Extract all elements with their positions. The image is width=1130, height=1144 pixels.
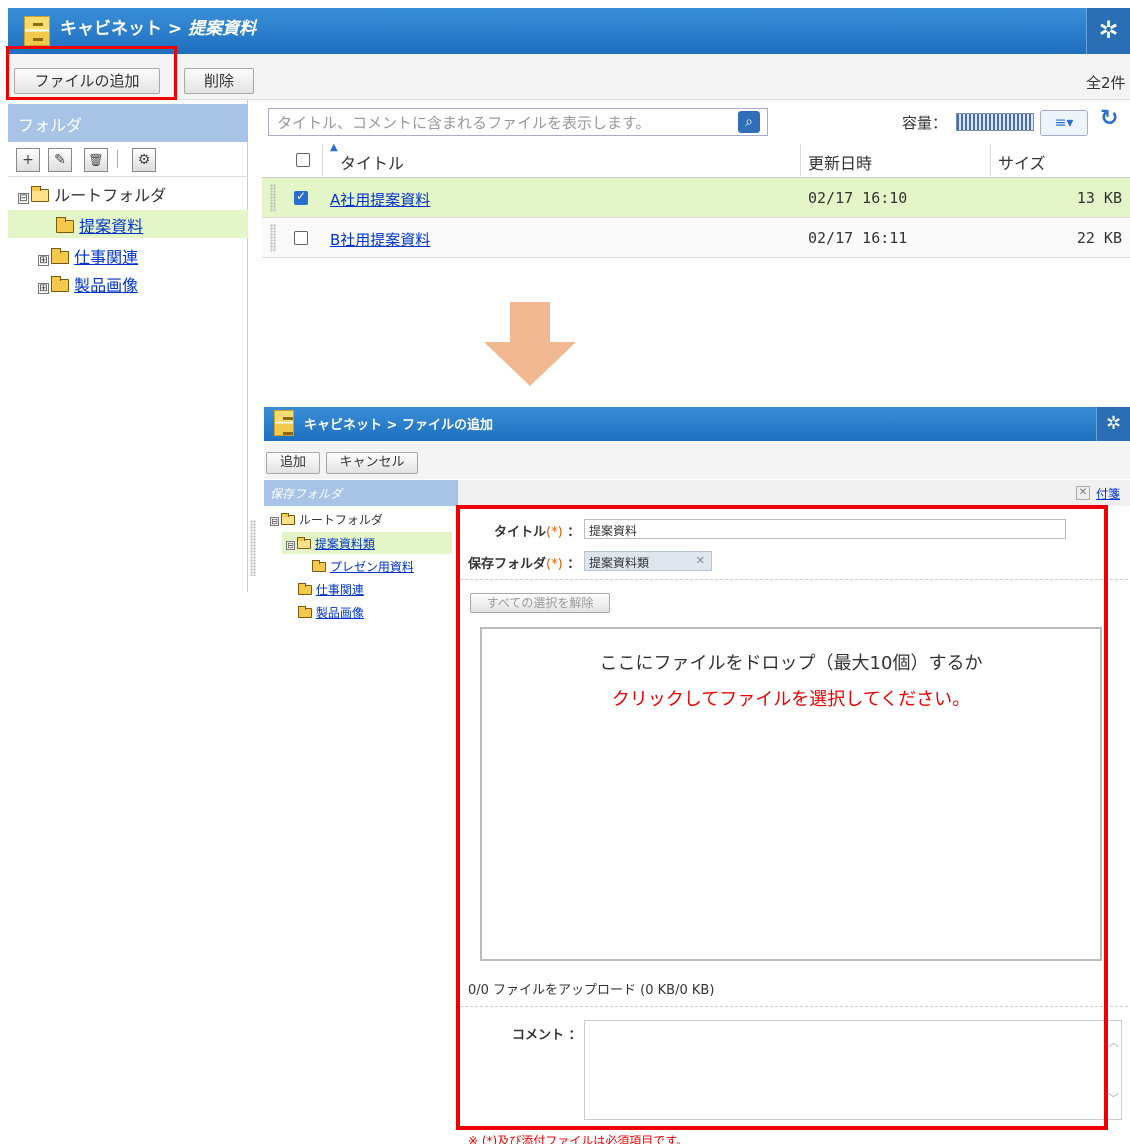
tree-item-proposal[interactable]: 提案資料	[56, 213, 143, 237]
save-tree-item-images[interactable]: 製品画像	[298, 604, 364, 621]
required-note: ※ (*)及び添付ファイルは必須項目です。	[468, 1134, 689, 1144]
add-folder-icon[interactable]: +	[16, 148, 40, 172]
table-row[interactable]: B社用提案資料 02/17 16:11 22 KB	[262, 218, 1130, 258]
folder-icon	[298, 583, 312, 595]
row-updated: 02/17 16:11	[808, 229, 908, 247]
capacity-meter	[956, 113, 1034, 131]
row-title[interactable]: A社用提案資料	[330, 189, 430, 210]
row-size: 13 KB	[1076, 189, 1122, 207]
folder-settings-icon[interactable]: ⚙	[132, 148, 156, 172]
tree-root[interactable]: ⊟ ルートフォルダ	[18, 182, 166, 206]
refresh-icon[interactable]: ↻	[1100, 106, 1118, 131]
divider	[8, 176, 248, 177]
save-tree-root[interactable]: ⊟ ルートフォルダ	[270, 511, 383, 528]
tree-item-work[interactable]: ⊞ 仕事関連	[38, 244, 138, 268]
cabinet-icon	[274, 410, 294, 436]
sticky-note-link[interactable]: 付箋	[1096, 485, 1120, 502]
splitter-handle[interactable]	[250, 520, 256, 576]
row-title[interactable]: B社用提案資料	[330, 229, 430, 250]
folder-icon	[51, 276, 69, 292]
tree-item-label[interactable]: プレゼン用資料	[330, 560, 414, 574]
save-tree-item-child[interactable]: プレゼン用資料	[312, 558, 414, 575]
delete-button[interactable]: 削除	[184, 68, 254, 94]
column-divider	[322, 144, 323, 176]
folder-open-icon	[31, 186, 49, 202]
column-divider	[990, 144, 991, 176]
column-title[interactable]: タイトル	[340, 142, 404, 178]
down-arrow-head	[484, 342, 576, 386]
search-icon[interactable]: ⌕	[738, 111, 760, 133]
tree-item-label[interactable]: 製品画像	[316, 606, 364, 620]
tree-item-label[interactable]: 提案資料	[79, 217, 143, 236]
highlight-form-frame	[456, 505, 1108, 1130]
folder-icon	[312, 560, 326, 572]
collapse-icon[interactable]: ⊟	[270, 517, 279, 526]
view-menu-icon[interactable]: ≡▾	[1040, 110, 1088, 136]
collapse-icon[interactable]: ⊟	[18, 193, 29, 204]
cancel-button[interactable]: キャンセル	[326, 452, 418, 474]
column-divider	[800, 144, 801, 176]
tree-item-label[interactable]: 仕事関連	[316, 583, 364, 597]
row-checkbox[interactable]	[294, 189, 308, 205]
drag-handle[interactable]	[270, 224, 276, 252]
folder-pane-header: フォルダ	[8, 104, 248, 142]
row-updated: 02/17 16:10	[808, 189, 908, 207]
capacity-label: 容量：	[902, 114, 948, 132]
add-file-breadcrumb: キャビネット > ファイルの追加	[304, 418, 493, 433]
search-input[interactable]: タイトル、コメントに含まれるファイルを表示します。	[268, 108, 768, 136]
folder-pane	[8, 100, 248, 592]
expand-icon[interactable]: ⊞	[38, 255, 49, 266]
edit-folder-icon[interactable]: ✎	[48, 148, 72, 172]
breadcrumb-separator: >	[167, 19, 183, 39]
folder-icon	[56, 217, 74, 233]
tree-item-label[interactable]: 提案資料類	[315, 537, 375, 551]
save-tree-item-work[interactable]: 仕事関連	[298, 581, 364, 598]
tree-item-images[interactable]: ⊞ 製品画像	[38, 272, 138, 296]
table-row[interactable]: A社用提案資料 02/17 16:10 13 KB	[262, 178, 1130, 218]
settings-gear-icon[interactable]: ✲	[1096, 407, 1130, 441]
tree-item-label[interactable]: 製品画像	[74, 276, 138, 295]
down-arrow-icon	[510, 302, 550, 342]
form-header	[458, 480, 1130, 506]
drag-handle[interactable]	[270, 184, 276, 212]
highlight-add-file-frame	[6, 46, 177, 100]
folder-open-icon	[281, 513, 295, 525]
scroll-up-icon[interactable]: ︿	[1108, 1034, 1119, 1050]
select-all-checkbox[interactable]	[296, 153, 310, 167]
column-size[interactable]: サイズ	[998, 142, 1046, 178]
add-button[interactable]: 追加	[266, 452, 320, 474]
tree-item-label[interactable]: 仕事関連	[74, 248, 138, 267]
expand-icon[interactable]: ⊞	[38, 283, 49, 294]
row-size: 22 KB	[1076, 229, 1122, 247]
delete-folder-icon[interactable]: 🗑	[84, 148, 108, 172]
toolbar-divider	[117, 150, 118, 168]
scroll-down-icon[interactable]: ﹀	[1108, 1090, 1119, 1106]
folder-open-icon	[297, 537, 311, 549]
total-count: 全2件	[1086, 74, 1126, 92]
sort-asc-icon: ▲	[330, 142, 338, 153]
row-checkbox[interactable]	[294, 231, 308, 245]
collapse-icon[interactable]: ⊟	[286, 541, 295, 550]
tree-root-label: ルートフォルダ	[298, 513, 383, 527]
breadcrumb-root[interactable]: キャビネット	[60, 19, 162, 39]
folder-icon	[298, 606, 312, 618]
cabinet-icon	[24, 16, 50, 46]
save-tree-item-selected[interactable]: ⊟ 提案資料類	[286, 535, 375, 552]
column-updated[interactable]: 更新日時	[808, 142, 872, 178]
settings-gear-icon[interactable]: ✲	[1086, 8, 1130, 54]
tree-root-label: ルートフォルダ	[54, 186, 167, 205]
save-folder-header: 保存フォルダ	[264, 480, 458, 506]
breadcrumb-current: 提案資料	[188, 19, 257, 39]
breadcrumb: キャビネット > 提案資料	[60, 14, 256, 39]
folder-icon	[51, 248, 69, 264]
close-icon[interactable]: ✕	[1076, 486, 1090, 500]
